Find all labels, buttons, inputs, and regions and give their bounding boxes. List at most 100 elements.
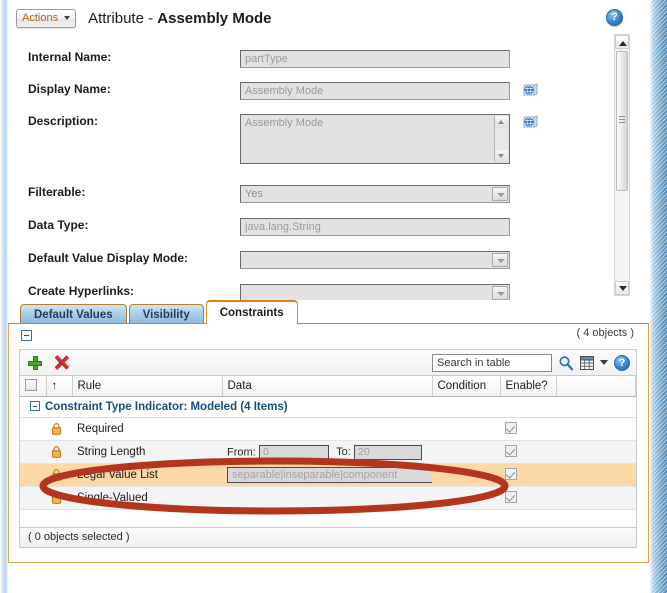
page-title-object: Assembly Mode [157, 9, 272, 27]
table-toolbar: ? [19, 349, 637, 376]
header-data[interactable]: Data [222, 376, 433, 397]
row-enable-cell[interactable] [500, 486, 556, 510]
group-header-row[interactable]: Constraint Type Indicator: Modeled (4 It… [20, 396, 636, 418]
lock-icon [51, 491, 62, 504]
description-textarea[interactable]: Assembly Mode [240, 114, 510, 164]
filterable-value: Yes [245, 188, 263, 200]
chevron-down-icon[interactable] [492, 286, 508, 300]
label-description: Description: [28, 114, 99, 128]
enable-checkbox[interactable] [505, 467, 517, 480]
title-bar: Actions Attribute - Assembly Mode [16, 6, 271, 30]
constraints-table: ↑ Rule Data Condition Enable? Constraint… [20, 376, 636, 510]
internal-name-input[interactable]: partType [240, 50, 510, 68]
selection-status-bar: ( 0 objects selected ) [19, 528, 637, 548]
tab-default-values[interactable]: Default Values [20, 304, 127, 324]
collapse-panel-toggle[interactable] [21, 330, 32, 341]
header-condition[interactable]: Condition [432, 376, 501, 397]
lock-icon [51, 422, 62, 435]
chevron-down-icon[interactable] [492, 253, 508, 267]
field-internal-name-wrap: partType [240, 50, 510, 68]
delete-icon[interactable] [54, 355, 69, 370]
row-spacer-cell [556, 463, 636, 487]
select-all-checkbox[interactable] [25, 378, 37, 391]
actions-button-label: Actions [22, 11, 59, 24]
page-title-prefix: Attribute - [88, 9, 158, 27]
row-data-cell [222, 417, 432, 441]
label-internal-name: Internal Name: [28, 50, 112, 64]
chevron-down-icon[interactable] [600, 360, 608, 365]
form-row-data-type: Data Type: java.lang.String [20, 218, 640, 240]
form-scrollbar[interactable] [614, 34, 630, 296]
row-rule-cell: Single-Valued [72, 486, 222, 510]
row-enable-cell[interactable] [500, 417, 556, 441]
row-select-cell[interactable] [20, 417, 46, 441]
table-row[interactable]: Single-Valued [20, 486, 636, 510]
legal-value-list-input[interactable]: separable|inseparable|component [227, 467, 432, 483]
tab-constraints[interactable]: Constraints [205, 300, 298, 324]
table-row[interactable]: String Length From: 0 To: 20 [20, 440, 636, 464]
table-help-icon[interactable]: ? [614, 354, 630, 371]
globe-icon[interactable] [523, 115, 538, 129]
chevron-down-icon[interactable] [492, 187, 508, 201]
header-enable[interactable]: Enable? [500, 376, 557, 397]
enable-checkbox[interactable] [505, 490, 517, 503]
default-value-display-mode-select[interactable] [240, 251, 510, 269]
field-display-name-wrap: Assembly Mode [240, 82, 510, 100]
table-options-icon[interactable] [580, 355, 594, 370]
object-count-label: ( 4 objects ) [576, 327, 634, 339]
enable-checkbox[interactable] [505, 421, 517, 434]
row-lock-cell [46, 417, 72, 441]
scroll-down-icon[interactable] [615, 281, 629, 295]
row-condition-cell [432, 463, 500, 487]
label-filterable: Filterable: [28, 185, 86, 199]
window-help-button[interactable]: ? [606, 9, 623, 26]
row-spacer-cell [556, 417, 636, 441]
description-scrollbar[interactable] [494, 116, 508, 162]
string-length-from-input[interactable]: 0 [258, 444, 329, 460]
row-lock-cell [46, 486, 72, 510]
data-type-input[interactable]: java.lang.String [240, 218, 510, 236]
panel-header: ( 4 objects ) [9, 324, 648, 346]
table-row[interactable]: Legal Value List separable|inseparable|c… [20, 463, 636, 487]
form-row-display-name: Display Name: Assembly Mode [20, 82, 640, 104]
row-select-cell[interactable] [20, 440, 46, 464]
group-collapse-icon[interactable] [30, 401, 40, 411]
row-condition-cell [432, 417, 500, 441]
to-label: To: [336, 446, 351, 458]
row-rule-cell: String Length [72, 440, 222, 464]
row-enable-cell[interactable] [500, 463, 556, 487]
add-icon[interactable] [28, 355, 42, 370]
row-lock-cell [46, 440, 72, 464]
row-select-cell[interactable] [20, 486, 46, 510]
tab-visibility[interactable]: Visibility [128, 304, 204, 324]
row-enable-cell[interactable] [500, 440, 556, 464]
enable-checkbox[interactable] [505, 444, 517, 457]
table-row[interactable]: Required [20, 417, 636, 441]
scroll-down-icon[interactable] [495, 150, 508, 162]
display-name-input[interactable]: Assembly Mode [240, 82, 510, 100]
attribute-form-panel: Actions Attribute - Assembly Mode ? Inte… [8, 0, 649, 300]
scroll-up-icon[interactable] [495, 116, 508, 128]
header-sort[interactable]: ↑ [46, 376, 73, 397]
search-input[interactable] [432, 353, 552, 372]
scrollbar-thumb[interactable] [616, 51, 628, 191]
field-description-wrap: Assembly Mode [240, 114, 510, 164]
header-rule[interactable]: Rule [72, 376, 223, 397]
page-title: Attribute - Assembly Mode [88, 10, 271, 27]
right-edge-decoration [649, 0, 667, 593]
row-data-cell: From: 0 To: 20 [222, 440, 432, 464]
header-select-all[interactable] [20, 376, 47, 397]
scroll-up-icon[interactable] [615, 35, 629, 49]
string-length-to-input[interactable]: 20 [354, 444, 423, 460]
row-spacer-cell [556, 486, 636, 510]
search-icon[interactable] [558, 355, 574, 371]
actions-button[interactable]: Actions [16, 8, 77, 28]
filterable-select[interactable]: Yes [240, 185, 510, 203]
create-hyperlinks-select[interactable] [240, 284, 510, 300]
row-select-cell[interactable] [20, 463, 46, 487]
group-header-cell: Constraint Type Indicator: Modeled (4 It… [20, 396, 636, 418]
form-row-internal-name: Internal Name: partType [20, 50, 640, 72]
table-header-row: ↑ Rule Data Condition Enable? [20, 376, 636, 397]
globe-icon[interactable] [523, 83, 538, 97]
label-data-type: Data Type: [28, 218, 89, 232]
